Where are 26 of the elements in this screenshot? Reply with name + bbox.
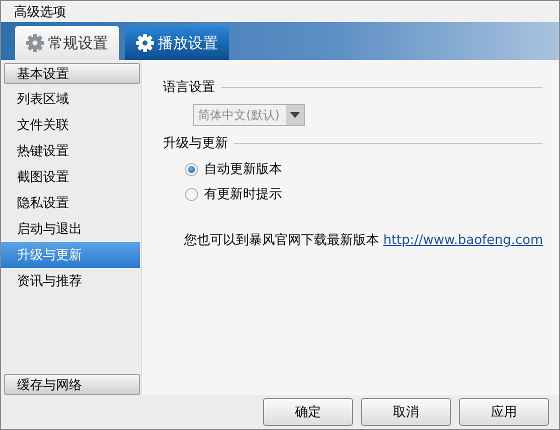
sidebar-item[interactable]: 资讯与推荐 — [1, 268, 140, 294]
section-heading: 升级与更新 — [163, 135, 228, 152]
note-text: 您也可以到暴风官网下载最新版本 — [184, 232, 380, 249]
dialog-button[interactable]: 确定 — [263, 398, 353, 426]
window-title: 高级选项 — [14, 4, 66, 20]
section-heading: 语言设置 — [163, 79, 216, 96]
sidebar-item[interactable]: 列表区域 — [1, 86, 140, 112]
radio-button[interactable] — [185, 188, 198, 200]
sidebar-item[interactable]: 文件关联 — [1, 112, 140, 138]
tab[interactable]: 播放设置 — [125, 26, 229, 60]
sidebar-item[interactable]: 隐私设置 — [1, 190, 140, 216]
sidebar-section-button[interactable]: 基本设置 — [4, 63, 140, 84]
dialog-button[interactable]: 取消 — [361, 398, 451, 426]
sidebar-section-button[interactable]: 缓存与网络 — [4, 374, 140, 395]
dialog-button[interactable]: 应用 — [459, 398, 549, 426]
radio-label[interactable]: 有更新时提示 — [204, 185, 282, 203]
gear-icon — [136, 34, 154, 52]
radio-label[interactable]: 自动更新版本 — [204, 160, 282, 178]
caret-icon — [290, 112, 300, 118]
tab[interactable]: 常规设置 — [15, 26, 119, 60]
sidebar-item[interactable]: 截图设置 — [1, 164, 140, 190]
website-link[interactable]: http://www.baofeng.com — [383, 233, 543, 248]
sidebar-item[interactable]: 启动与退出 — [1, 216, 140, 242]
gear-icon — [26, 34, 44, 52]
sidebar-item[interactable]: 热键设置 — [1, 138, 140, 164]
radio-button[interactable] — [185, 162, 198, 176]
